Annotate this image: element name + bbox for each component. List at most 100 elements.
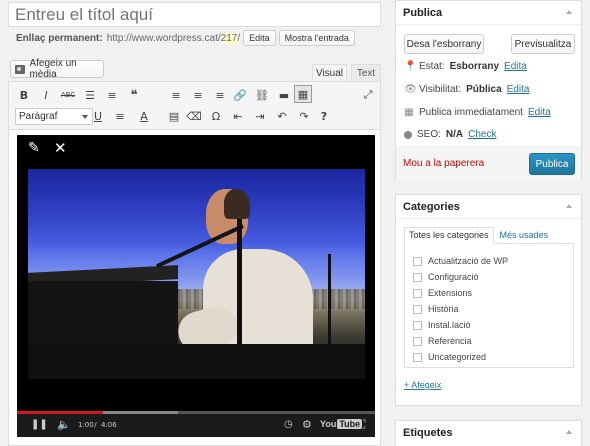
status-value: Esborrany xyxy=(449,61,500,72)
edit-visibility-link[interactable]: Edita xyxy=(507,84,530,95)
pause-icon[interactable]: ❚❚ xyxy=(31,419,48,430)
outdent-icon[interactable]: ⇤ xyxy=(229,107,247,125)
category-checkbox[interactable] xyxy=(413,288,422,298)
permalink-id[interactable]: 217 xyxy=(220,32,238,44)
calendar-icon: ▦ xyxy=(404,106,414,118)
add-media-button[interactable]: Afegeix un mèdia xyxy=(10,58,104,80)
category-label: Història xyxy=(428,304,459,314)
category-label: Instal.lació xyxy=(428,320,471,330)
add-category-link[interactable]: + Afegeix xyxy=(404,380,441,390)
category-checkbox[interactable] xyxy=(413,272,422,282)
title-input[interactable] xyxy=(8,2,381,27)
category-checkbox[interactable] xyxy=(413,336,422,346)
collapse-arrow-icon[interactable] xyxy=(566,204,572,208)
category-checkbox[interactable] xyxy=(413,304,422,314)
preview-button[interactable]: Previsualitza xyxy=(511,34,575,54)
redo-icon[interactable]: ↷ xyxy=(295,107,313,125)
clear-formatting-icon[interactable]: ⌫ xyxy=(185,107,203,125)
category-label: Actualització de WP xyxy=(428,256,509,266)
categories-box-header[interactable]: Categories xyxy=(396,195,581,219)
settings-gear-icon[interactable]: ⚙ xyxy=(302,418,312,431)
permalink-slash: / xyxy=(237,32,241,44)
indent-icon[interactable]: ⇥ xyxy=(251,107,269,125)
tags-box-header[interactable]: Etiquetes xyxy=(396,421,581,445)
edit-schedule-link[interactable]: Edita xyxy=(528,107,551,118)
collapse-arrow-icon[interactable] xyxy=(566,10,572,14)
category-checklist: Actualització de WP Configuració Extensi… xyxy=(404,243,574,368)
category-item[interactable]: Referència xyxy=(413,336,472,346)
category-item[interactable]: Història xyxy=(413,304,459,314)
category-item[interactable]: Configuració xyxy=(413,272,479,282)
add-media-label: Afegeix un mèdia xyxy=(29,58,77,80)
category-item[interactable]: Extensions xyxy=(413,288,472,298)
collapse-arrow-icon[interactable] xyxy=(566,430,572,434)
category-label: Uncategorized xyxy=(428,352,487,362)
remove-close-icon[interactable]: ✕ xyxy=(54,141,68,156)
watch-later-icon[interactable]: ◷ xyxy=(284,419,293,430)
youtube-logo[interactable]: You Tube xyxy=(320,419,363,429)
align-left-icon[interactable]: ≡ xyxy=(167,86,185,104)
category-item[interactable]: Uncategorized xyxy=(413,352,486,362)
tab-most-used[interactable]: Més usades xyxy=(494,227,555,244)
justify-icon[interactable]: ≡ xyxy=(111,107,129,125)
category-checkbox[interactable] xyxy=(413,352,422,362)
category-checkbox[interactable] xyxy=(413,256,422,266)
read-more-icon[interactable]: ▬ xyxy=(275,86,293,104)
view-post-button[interactable]: Mostra l'entrada xyxy=(278,30,355,46)
video-frame[interactable] xyxy=(28,169,365,379)
tab-all-categories[interactable]: Totes les categories xyxy=(404,227,494,244)
move-to-trash-link[interactable]: Mou a la paperera xyxy=(403,158,484,169)
insert-link-icon[interactable]: 🔗 xyxy=(231,86,249,104)
tab-text[interactable]: Text xyxy=(351,64,381,81)
unlink-icon[interactable]: ⛓ xyxy=(253,86,271,104)
category-item[interactable]: Instal.lació xyxy=(413,320,471,330)
category-checkbox[interactable] xyxy=(413,320,422,330)
category-tabs: Totes les categories Més usades xyxy=(404,227,554,244)
tags-box-title: Etiquetes xyxy=(403,427,453,439)
video-fullscreen-icon[interactable]: ⛶ xyxy=(357,417,365,432)
category-label: Extensions xyxy=(428,288,473,298)
schedule-row: ▦ Publica immediatament Edita xyxy=(404,106,551,118)
tab-visual[interactable]: Visual xyxy=(312,64,347,81)
eye-icon: 👁 xyxy=(404,83,417,95)
align-center-icon[interactable]: ≡ xyxy=(189,86,207,104)
italic-icon[interactable]: I xyxy=(37,86,55,104)
permalink-row: Enllaç permanent: http://www.wordpress.c… xyxy=(16,30,355,46)
seo-label: SEO: xyxy=(417,129,441,140)
paste-as-text-icon[interactable]: ▤ xyxy=(165,107,183,125)
special-character-icon[interactable]: Ω xyxy=(207,107,225,125)
blockquote-icon[interactable]: ❝ xyxy=(125,86,143,104)
save-draft-button[interactable]: Desa l'esborrany xyxy=(404,34,484,54)
bold-icon[interactable]: B xyxy=(15,86,33,104)
numbered-list-icon[interactable]: ≡ xyxy=(103,86,121,104)
align-right-icon[interactable]: ≡ xyxy=(211,86,229,104)
video-performer-hair xyxy=(224,189,250,219)
bullet-list-icon[interactable]: ☰ xyxy=(81,86,99,104)
video-bottom-shade xyxy=(28,344,365,379)
schedule-label: Publica immediatament xyxy=(419,107,523,118)
publish-box: Publica Desa l'esborrany Previsualitza 📍… xyxy=(395,0,582,180)
edit-status-link[interactable]: Edita xyxy=(504,61,527,72)
publish-box-header[interactable]: Publica xyxy=(396,1,581,25)
publish-box-title: Publica xyxy=(403,7,443,19)
volume-icon[interactable]: 🔈 xyxy=(57,418,71,431)
publish-button[interactable]: Publica xyxy=(529,153,575,175)
undo-icon[interactable]: ↶ xyxy=(273,107,291,125)
text-color-icon[interactable]: A xyxy=(135,107,153,125)
category-label: Referència xyxy=(428,336,472,346)
help-icon[interactable]: ? xyxy=(315,107,333,125)
category-label: Configuració xyxy=(428,272,479,282)
format-select[interactable]: Paràgraf xyxy=(15,108,93,125)
strikethrough-icon[interactable]: ABC xyxy=(59,86,77,104)
embedded-video[interactable]: ❚❚ 🔈 1:00 / 4:06 ◷ ⚙ You Tube ⛶ xyxy=(17,135,375,437)
edit-pencil-icon[interactable]: ✎ xyxy=(28,141,42,155)
category-item[interactable]: Actualització de WP xyxy=(413,256,508,266)
underline-icon[interactable]: U xyxy=(89,107,107,125)
visibility-value: Pública xyxy=(466,84,502,95)
categories-box-title: Categories xyxy=(403,201,460,213)
seo-check-link[interactable]: Check xyxy=(468,129,496,140)
visibility-label: Visibilitat: xyxy=(419,84,462,95)
edit-permalink-button[interactable]: Edita xyxy=(243,30,276,46)
toolbar-toggle-icon[interactable]: ▦ xyxy=(294,85,312,103)
fullscreen-icon[interactable]: ⤢ xyxy=(359,86,377,104)
